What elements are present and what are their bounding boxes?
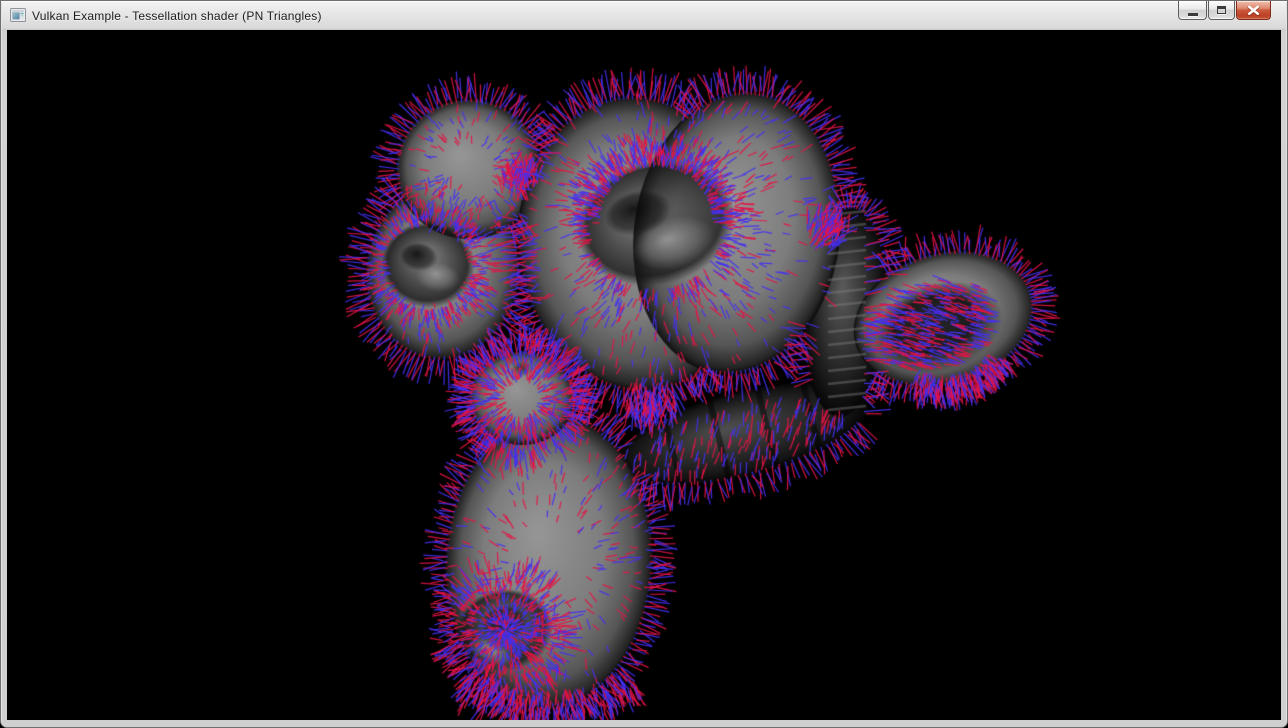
close-icon xyxy=(1247,5,1260,16)
app-window: Vulkan Example - Tessellation shader (PN… xyxy=(0,0,1288,728)
window-controls xyxy=(1177,1,1271,20)
maximize-icon xyxy=(1217,6,1226,14)
close-button[interactable] xyxy=(1236,1,1271,20)
minimize-icon xyxy=(1188,13,1198,16)
window-title: Vulkan Example - Tessellation shader (PN… xyxy=(32,9,322,23)
minimize-button[interactable] xyxy=(1178,1,1207,20)
title-bar[interactable]: Vulkan Example - Tessellation shader (PN… xyxy=(1,1,1287,30)
application-icon[interactable] xyxy=(10,7,26,23)
render-viewport[interactable] xyxy=(7,30,1281,720)
maximize-button[interactable] xyxy=(1208,1,1235,20)
render-client-area xyxy=(7,30,1281,720)
